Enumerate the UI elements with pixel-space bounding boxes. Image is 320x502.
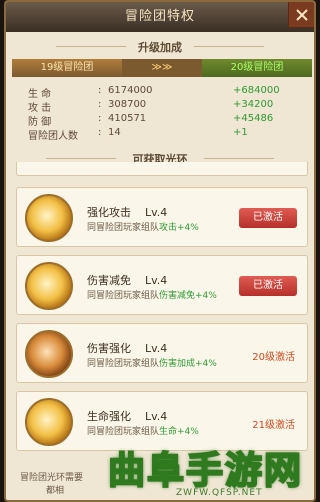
stat-label: 冒险团人数 [28,131,78,142]
level-compare-bar: 19级冒险团 ≫≫ 20级冒险团 [12,59,312,77]
aura-desc: 同冒险团玩家组队攻击+4% [87,223,199,233]
panel-title: 冒险团特权 [6,2,314,32]
stat-row-attack: 攻 击 : 308700 +34200 [28,99,274,114]
stat-delta: +684000 [233,85,280,96]
aura-name: 强化攻击 Lv.4 [87,206,168,219]
close-button[interactable] [288,2,314,28]
aura-name: 生命强化 Lv.4 [87,410,168,423]
next-level-label: 20级冒险团 [202,59,312,77]
stat-value: 14 [108,127,121,138]
aura-name: 伤害减免 Lv.4 [87,274,168,287]
arrow-right-icon: ≫≫ [151,62,173,73]
aura-card[interactable]: 伤害强化 Lv.4 同冒险团玩家组队伤害加成+4% 20级激活 [16,323,308,383]
stat-label: 防 御 [28,117,52,128]
stat-value: 308700 [108,99,147,110]
section-upgrade-bonus-label: 升级加成 [138,41,182,54]
aura-name: 伤害强化 Lv.4 [87,342,168,355]
stat-row-hp: 生 命 : 6174000 +684000 [28,85,280,100]
aura-card[interactable]: 强化攻击 Lv.4 同冒险团玩家组队攻击+4% 已激活 [16,187,308,247]
watermark-url: ZWFW.QFSP.NET [176,488,263,498]
life-aura-icon [25,398,73,446]
aura-desc: 同冒险团玩家组队伤害加成+4% [87,359,217,369]
stat-row-members: 冒险团人数 : 14 +1 [28,127,248,142]
attack-aura-icon [25,194,73,242]
footer-note: 冒险团光环需要 [20,473,84,483]
footer-note-2: 都相 [46,486,65,496]
stat-value: 6174000 [108,85,153,96]
stat-delta: +34200 [233,99,274,110]
section-upgrade-bonus: 升级加成 [6,39,314,55]
stat-label: 攻 击 [28,103,52,114]
close-icon [295,8,308,21]
aura-card-partial [16,162,308,176]
current-level-label: 19级冒险团 [12,59,122,77]
damage-reduction-aura-icon [25,262,73,310]
aura-desc: 同冒险团玩家组队伤害减免+4% [87,291,217,301]
watermark-logo: 曲阜手游网 [107,448,303,493]
aura-unlock-level: 20级激活 [252,352,295,363]
privilege-panel: 冒险团特权 升级加成 19级冒险团 ≫≫ 20级冒险团 生 命 : 617400… [4,0,316,502]
stat-value: 410571 [108,113,147,124]
aura-card[interactable]: 伤害减免 Lv.4 同冒险团玩家组队伤害减免+4% 已激活 [16,255,308,315]
aura-status-badge: 已激活 [239,276,297,296]
stat-label: 生 命 [28,89,52,100]
stat-delta: +1 [233,127,248,138]
stat-delta: +45486 [233,113,274,124]
aura-status-badge: 已激活 [239,208,297,228]
aura-desc: 同冒险团玩家组队生命+4% [87,427,199,437]
stat-row-defense: 防 御 : 410571 +45486 [28,113,274,128]
damage-boost-aura-icon [25,330,73,378]
aura-unlock-level: 21级激活 [252,420,295,431]
